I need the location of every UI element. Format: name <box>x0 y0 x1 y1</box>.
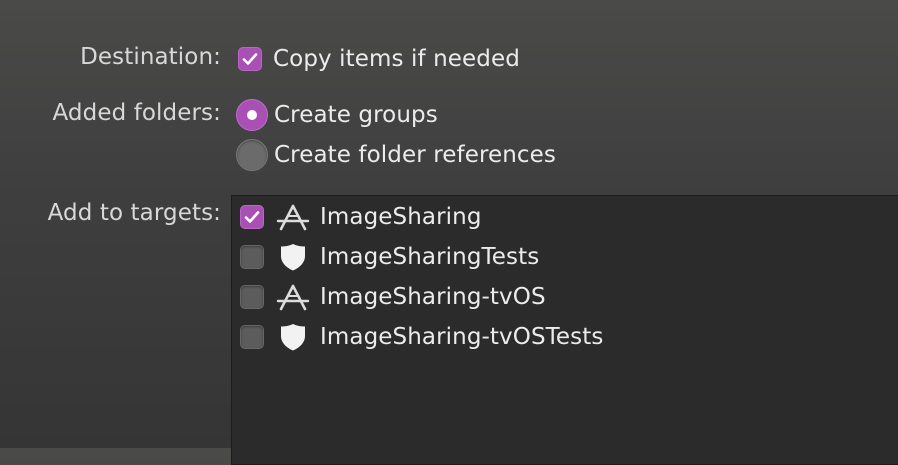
copy-items-checkbox[interactable] <box>238 47 262 71</box>
test-bundle-icon <box>276 242 310 272</box>
destination-label: Destination: <box>80 44 221 70</box>
create-groups-label: Create groups <box>274 102 438 128</box>
target-checkbox[interactable] <box>240 325 264 349</box>
target-row[interactable]: ImageSharing-tvOSTests <box>240 320 603 354</box>
create-folder-references-radio-row[interactable]: Create folder references <box>236 139 556 171</box>
target-label: ImageSharingTests <box>320 244 540 270</box>
target-label: ImageSharing <box>320 204 482 230</box>
copy-items-checkbox-row[interactable]: Copy items if needed <box>238 43 520 75</box>
target-checkbox[interactable] <box>240 245 264 269</box>
copy-items-label: Copy items if needed <box>273 46 520 72</box>
create-folder-references-label: Create folder references <box>274 142 557 168</box>
app-target-icon <box>276 202 310 232</box>
target-row[interactable]: ImageSharing-tvOS <box>240 280 546 314</box>
create-groups-radio[interactable] <box>236 99 268 131</box>
add-to-targets-label: Add to targets: <box>47 200 221 226</box>
app-target-icon <box>276 282 310 312</box>
target-label: ImageSharing-tvOSTests <box>320 324 604 350</box>
target-checkbox[interactable] <box>240 285 264 309</box>
added-folders-label: Added folders: <box>52 100 221 126</box>
test-bundle-icon <box>276 322 310 352</box>
create-folder-references-radio[interactable] <box>236 139 268 171</box>
checkmark-icon <box>242 53 258 65</box>
target-row[interactable]: ImageSharingTests <box>240 240 539 274</box>
radio-dot-icon <box>247 110 257 120</box>
targets-list[interactable]: ImageSharing ImageSharingTests ImageShar… <box>231 195 898 465</box>
checkmark-icon <box>244 211 260 223</box>
target-checkbox[interactable] <box>240 205 264 229</box>
create-groups-radio-row[interactable]: Create groups <box>236 99 438 131</box>
target-label: ImageSharing-tvOS <box>320 284 546 310</box>
target-row[interactable]: ImageSharing <box>240 200 482 234</box>
